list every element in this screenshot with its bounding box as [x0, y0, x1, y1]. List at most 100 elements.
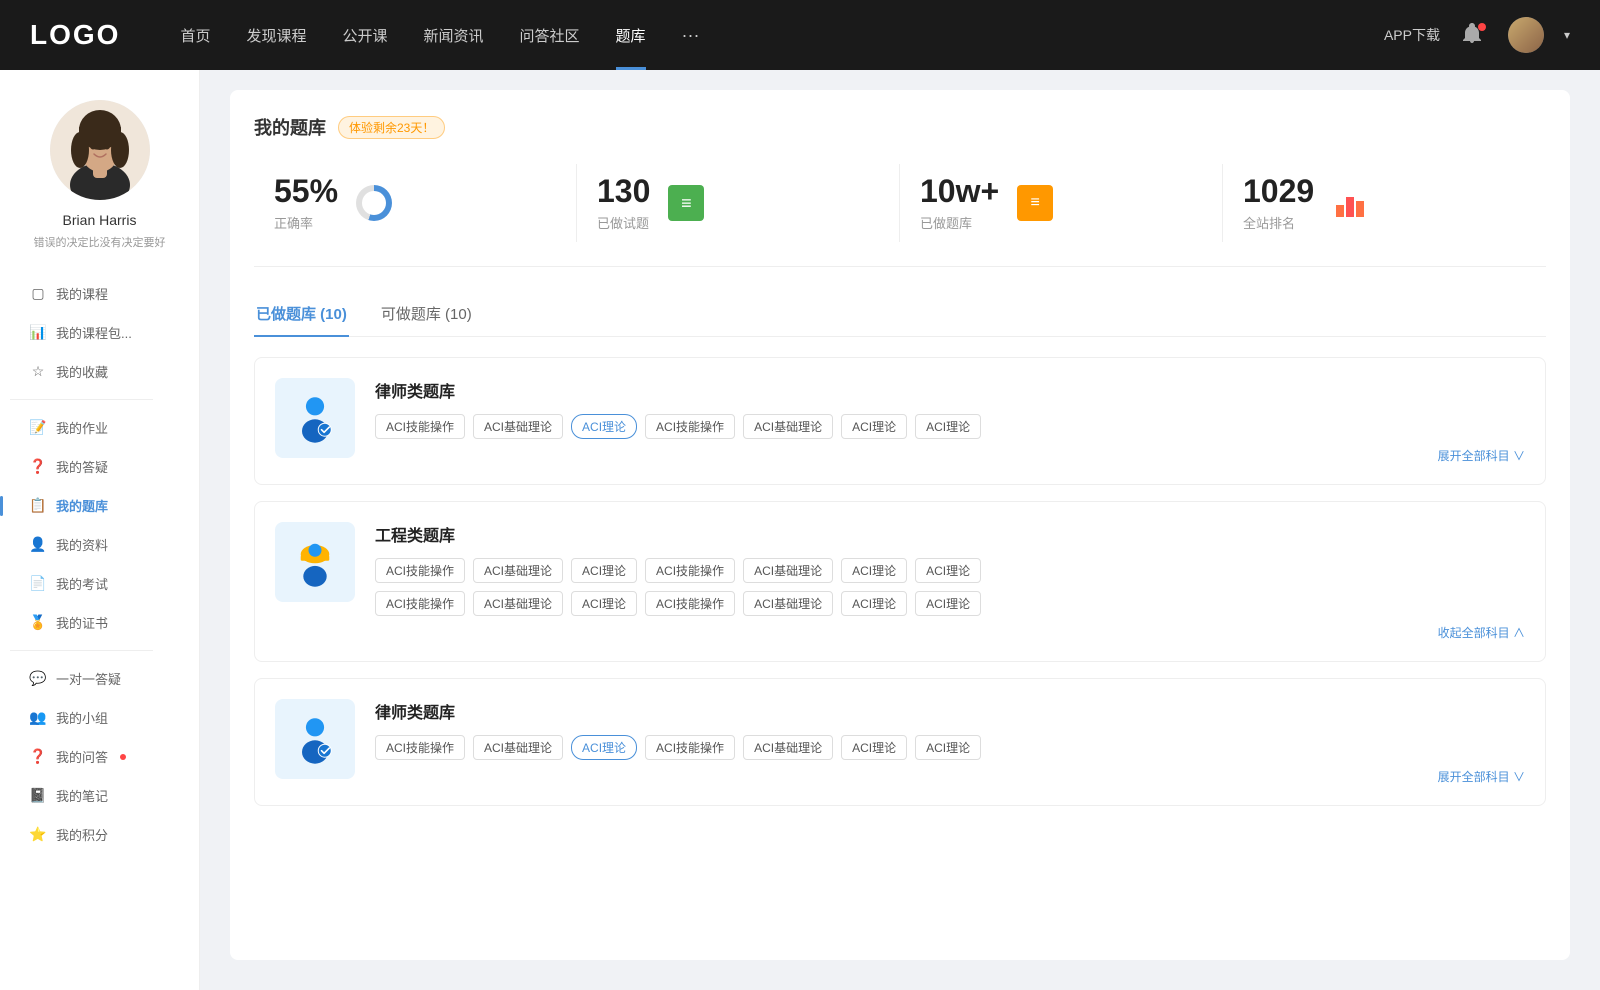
rank-stat-icon	[1330, 183, 1370, 223]
tag-2-11[interactable]: ACI技能操作	[645, 591, 735, 616]
sidebar-username: Brian Harris	[63, 212, 137, 228]
bank-card-1: 律师类题库 ACI技能操作 ACI基础理论 ACI理论 ACI技能操作 ACI基…	[254, 357, 1546, 485]
nav-more[interactable]: ···	[682, 25, 700, 46]
tag-3-1[interactable]: ACI技能操作	[375, 735, 465, 760]
bank-body-2: 工程类题库 ACI技能操作 ACI基础理论 ACI理论 ACI技能操作 ACI基…	[375, 522, 1525, 641]
tag-1-1[interactable]: ACI技能操作	[375, 414, 465, 439]
nav-discover[interactable]: 发现课程	[246, 25, 306, 46]
questions-done-label: 已做试题	[597, 213, 650, 232]
sidebar-item-points[interactable]: ⭐ 我的积分	[10, 815, 189, 854]
user-dropdown-arrow[interactable]: ▾	[1564, 28, 1570, 42]
engineer-svg-icon	[289, 536, 341, 588]
homework-label: 我的作业	[56, 418, 108, 437]
qcount-icon: ≡	[1017, 185, 1053, 221]
sidebar-item-favorites[interactable]: ☆ 我的收藏	[10, 352, 189, 391]
notification-dot	[1478, 23, 1486, 31]
nav-home[interactable]: 首页	[180, 25, 210, 46]
nav-qa[interactable]: 问答社区	[520, 25, 580, 46]
notes-icon: 📓	[30, 788, 46, 804]
content-card: 我的题库 体验剩余23天！ 55% 正确率	[230, 90, 1570, 960]
app-download-button[interactable]: APP下载	[1384, 25, 1440, 45]
profile-label: 我的资料	[56, 535, 108, 554]
tab-available-banks[interactable]: 可做题库 (10)	[379, 295, 474, 336]
notes-label: 我的笔记	[56, 786, 108, 805]
main-content: 我的题库 体验剩余23天！ 55% 正确率	[200, 70, 1600, 990]
tag-3-6[interactable]: ACI理论	[841, 735, 907, 760]
sidebar-item-homework[interactable]: 📝 我的作业	[10, 408, 189, 447]
sidebar-avatar	[50, 100, 150, 200]
my-courses-icon: ▢	[30, 286, 46, 302]
nav-news[interactable]: 新闻资讯	[424, 25, 484, 46]
main-layout: Brian Harris 错误的决定比没有决定要好 ▢ 我的课程 📊 我的课程包…	[0, 70, 1600, 990]
sidebar-item-group[interactable]: 👥 我的小组	[10, 698, 189, 737]
tag-2-8[interactable]: ACI技能操作	[375, 591, 465, 616]
tag-2-14[interactable]: ACI理论	[915, 591, 981, 616]
avatar-illustration	[50, 100, 150, 200]
expand-link-3[interactable]: 展开全部科目 ∨	[375, 768, 1525, 785]
tags-row-1: ACI技能操作 ACI基础理论 ACI理论 ACI技能操作 ACI基础理论 AC…	[375, 414, 1525, 439]
tag-3-3[interactable]: ACI理论	[571, 735, 637, 760]
tag-3-5[interactable]: ACI基础理论	[743, 735, 833, 760]
sidebar-item-my-packages[interactable]: 📊 我的课程包...	[10, 313, 189, 352]
banks-done-value: 10w+	[920, 174, 999, 209]
tag-1-5[interactable]: ACI基础理论	[743, 414, 833, 439]
tags-row-2b: ACI技能操作 ACI基础理论 ACI理论 ACI技能操作 ACI基础理论 AC…	[375, 591, 1525, 616]
notification-bell[interactable]	[1460, 21, 1488, 49]
sidebar-item-profile[interactable]: 👤 我的资料	[10, 525, 189, 564]
collapse-link-2[interactable]: 收起全部科目 ∧	[375, 624, 1525, 641]
bank-body-3: 律师类题库 ACI技能操作 ACI基础理论 ACI理论 ACI技能操作 ACI基…	[375, 699, 1525, 785]
stat-ranking: 1029 全站排名	[1223, 164, 1546, 242]
tag-2-12[interactable]: ACI基础理论	[743, 591, 833, 616]
tag-2-2[interactable]: ACI基础理论	[473, 558, 563, 583]
tag-1-7[interactable]: ACI理论	[915, 414, 981, 439]
exam-icon: 📄	[30, 576, 46, 592]
questions-done-value: 130	[597, 174, 650, 209]
my-courses-label: 我的课程	[56, 284, 108, 303]
tag-2-10[interactable]: ACI理论	[571, 591, 637, 616]
sidebar-item-notes[interactable]: 📓 我的笔记	[10, 776, 189, 815]
tag-3-4[interactable]: ACI技能操作	[645, 735, 735, 760]
nav-question-bank[interactable]: 题库	[616, 25, 646, 46]
tag-2-4[interactable]: ACI技能操作	[645, 558, 735, 583]
bank-title-3: 律师类题库	[375, 699, 1525, 723]
sidebar-item-my-courses[interactable]: ▢ 我的课程	[10, 274, 189, 313]
tag-2-3[interactable]: ACI理论	[571, 558, 637, 583]
divider-2	[10, 650, 153, 651]
sidebar-item-qa[interactable]: ❓ 我的答疑	[10, 447, 189, 486]
tag-2-9[interactable]: ACI基础理论	[473, 591, 563, 616]
tag-3-2[interactable]: ACI基础理论	[473, 735, 563, 760]
lawyer-svg-icon-3	[289, 713, 341, 765]
circle-chart-icon	[356, 185, 392, 221]
sidebar-item-question-bank[interactable]: 📋 我的题库	[10, 486, 189, 525]
tag-1-3[interactable]: ACI理论	[571, 414, 637, 439]
user-avatar[interactable]	[1508, 17, 1544, 53]
sidebar-item-exam[interactable]: 📄 我的考试	[10, 564, 189, 603]
trial-badge: 体验剩余23天！	[338, 116, 445, 139]
nav-open-course[interactable]: 公开课	[342, 25, 387, 46]
tag-2-6[interactable]: ACI理论	[841, 558, 907, 583]
sidebar-menu: ▢ 我的课程 📊 我的课程包... ☆ 我的收藏 📝 我的作业 ❓ 我的答疑 📋	[0, 274, 199, 854]
one-on-one-icon: 💬	[30, 671, 46, 687]
sidebar-item-my-qa[interactable]: ❓ 我的问答	[10, 737, 189, 776]
favorites-label: 我的收藏	[56, 362, 108, 381]
my-packages-label: 我的课程包...	[56, 323, 132, 342]
sidebar-item-one-on-one[interactable]: 💬 一对一答疑	[10, 659, 189, 698]
tag-1-6[interactable]: ACI理论	[841, 414, 907, 439]
bank-icon-engineer	[275, 522, 355, 602]
navbar-right: APP下载 ▾	[1384, 17, 1570, 53]
tag-3-7[interactable]: ACI理论	[915, 735, 981, 760]
question-bank-label: 我的题库	[56, 496, 108, 515]
tag-2-5[interactable]: ACI基础理论	[743, 558, 833, 583]
tag-1-4[interactable]: ACI技能操作	[645, 414, 735, 439]
stat-questions-done: 130 已做试题 ≡	[577, 164, 900, 242]
bank-title-1: 律师类题库	[375, 378, 1525, 402]
tag-2-13[interactable]: ACI理论	[841, 591, 907, 616]
qa-label: 我的答疑	[56, 457, 108, 476]
tag-1-2[interactable]: ACI基础理论	[473, 414, 563, 439]
expand-link-1[interactable]: 展开全部科目 ∨	[375, 447, 1525, 464]
tag-2-7[interactable]: ACI理论	[915, 558, 981, 583]
tag-2-1[interactable]: ACI技能操作	[375, 558, 465, 583]
tab-done-banks[interactable]: 已做题库 (10)	[254, 295, 349, 336]
tags-row-2a: ACI技能操作 ACI基础理论 ACI理论 ACI技能操作 ACI基础理论 AC…	[375, 558, 1525, 583]
sidebar-item-certificate[interactable]: 🏅 我的证书	[10, 603, 189, 642]
